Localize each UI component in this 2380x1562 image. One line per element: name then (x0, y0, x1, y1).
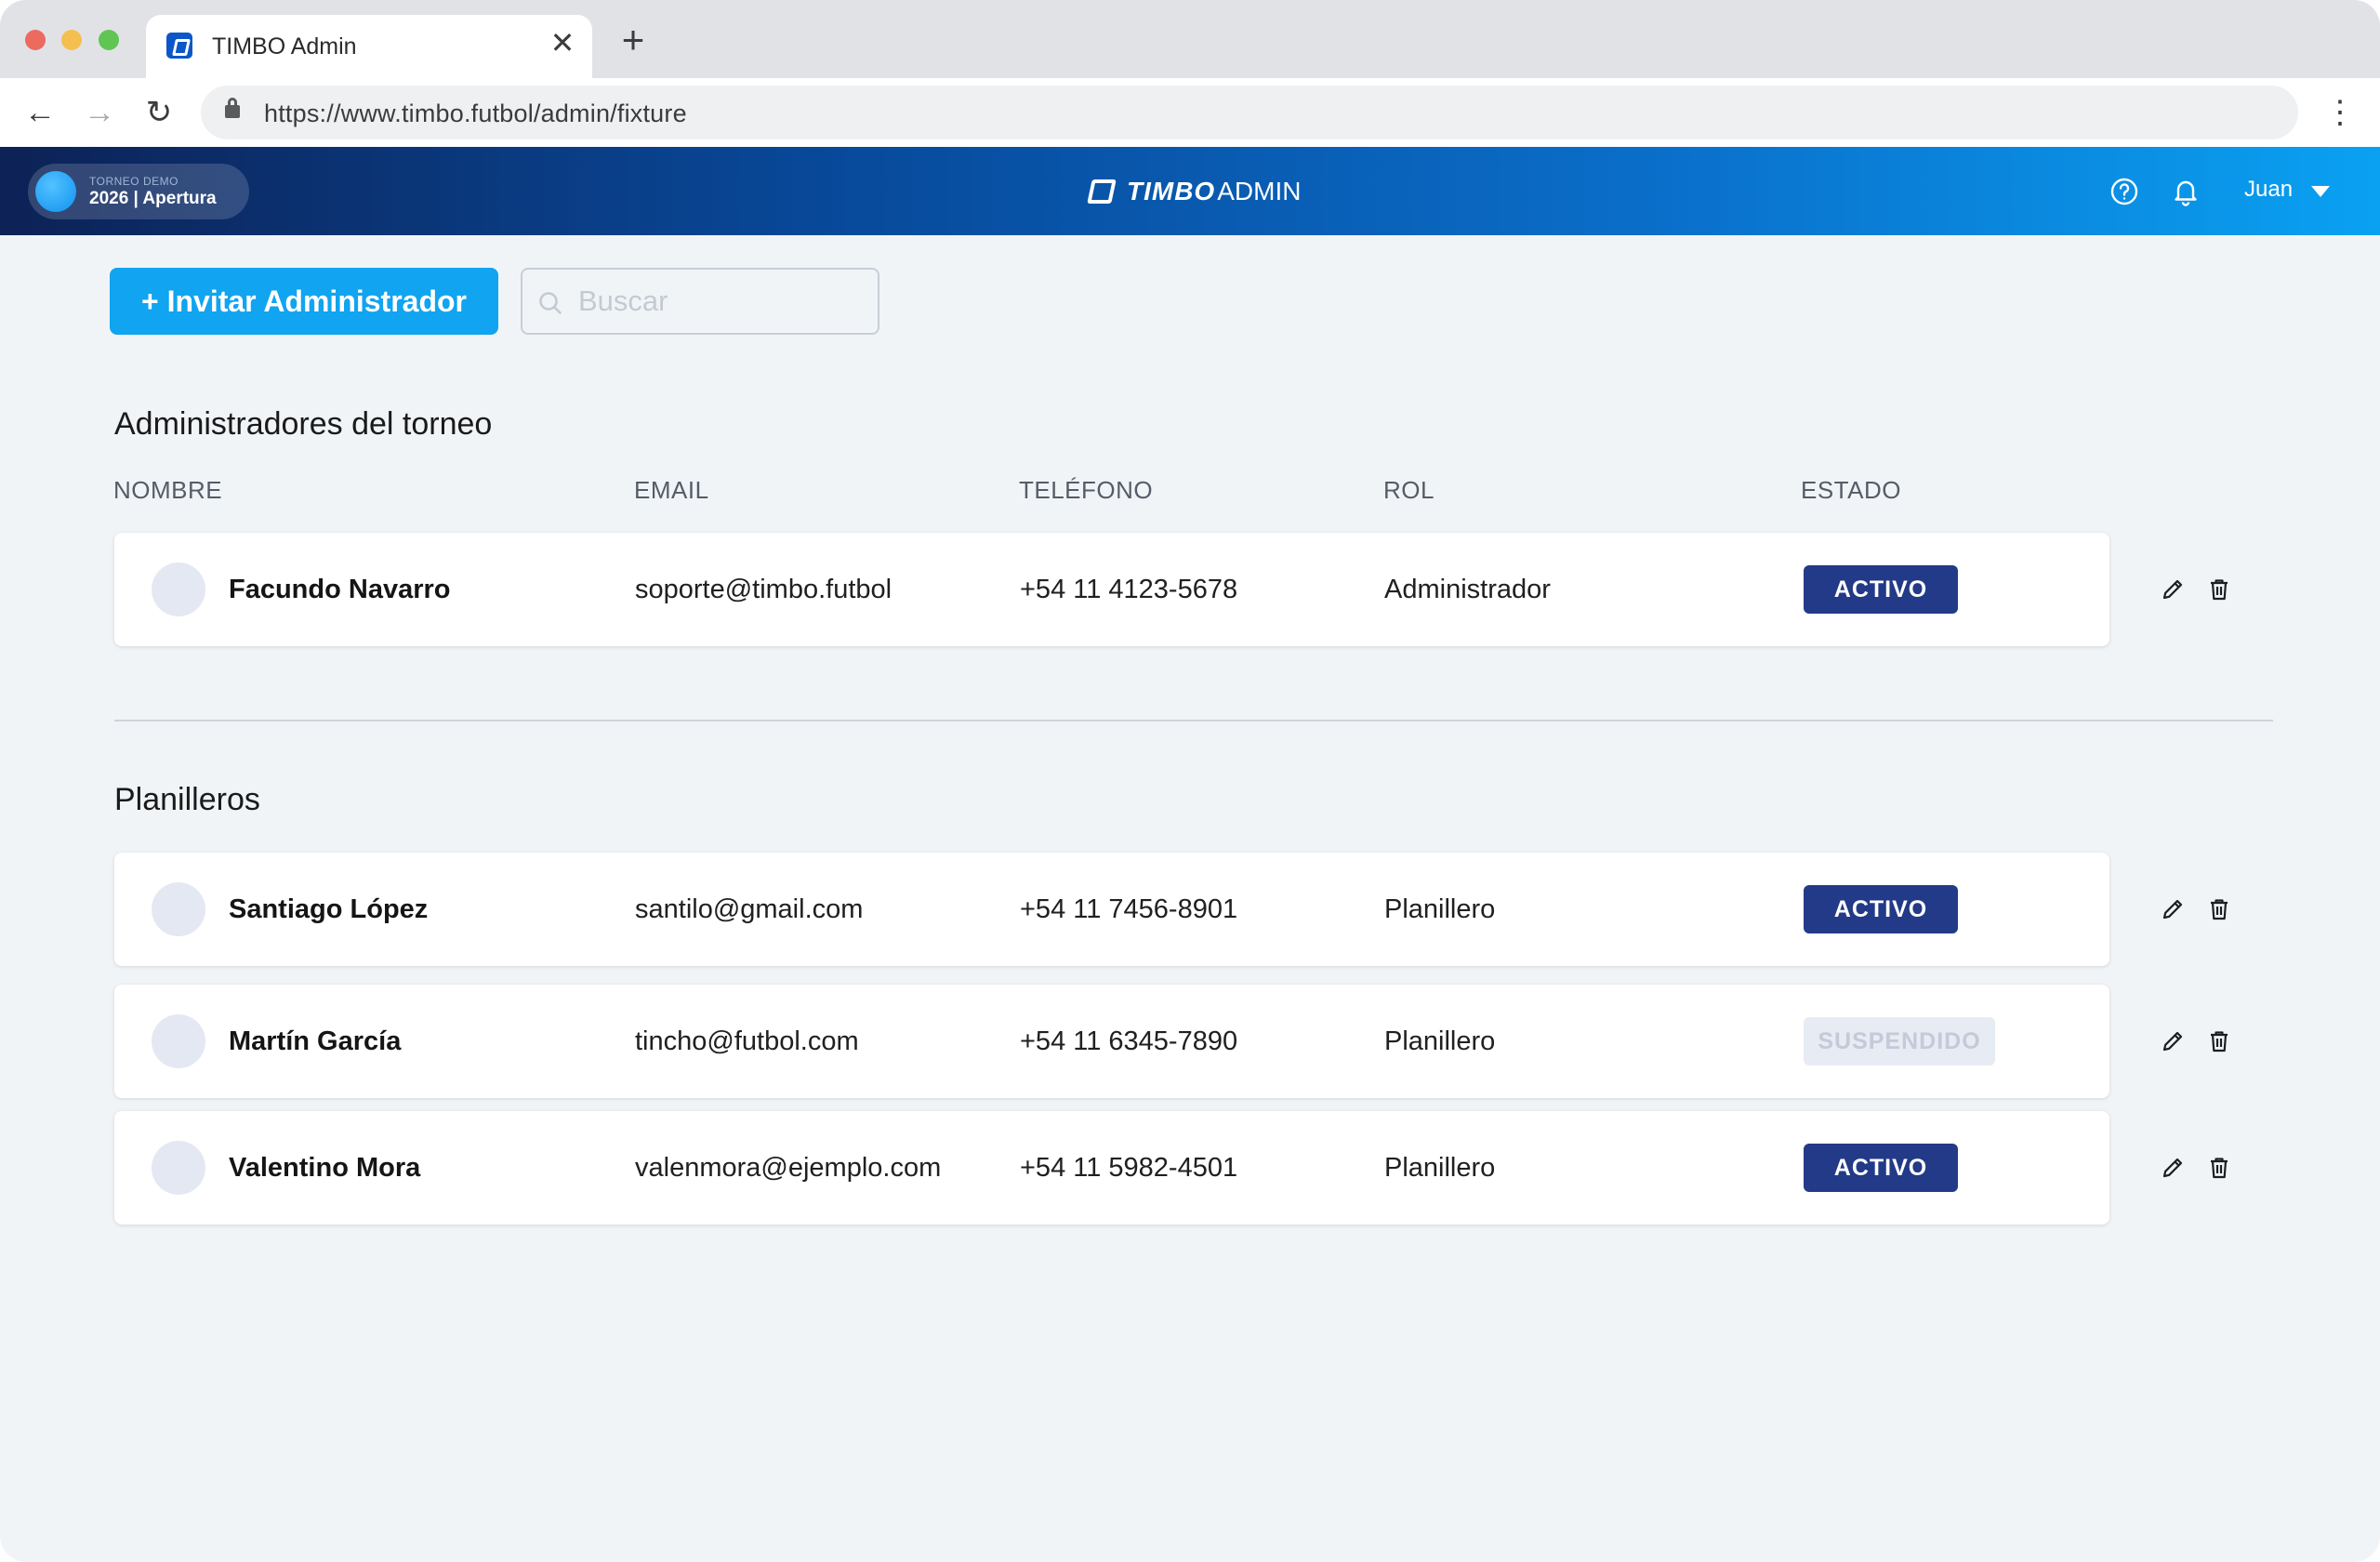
address-bar[interactable]: https://www.timbo.futbol/admin/fixture (201, 86, 2298, 139)
row-email: tincho@futbol.com (635, 1026, 859, 1056)
tournament-label: TORNEO DEMO (89, 175, 178, 188)
row-phone: +54 11 4123-5678 (1020, 575, 1238, 604)
reload-button[interactable]: ↻ (141, 95, 177, 130)
status-badge: ACTIVO (1804, 1144, 1958, 1192)
avatar (152, 882, 205, 936)
status-badge: ACTIVO (1804, 885, 1958, 933)
planilleros-section-title: Planilleros (114, 782, 260, 817)
table-row[interactable]: Santiago López santilo@gmail.com +54 11 74… (114, 853, 2109, 966)
row-email: soporte@timbo.futbol (635, 575, 892, 604)
column-header-phone: TELÉFONO (1019, 476, 1154, 504)
pencil-icon[interactable] (2159, 1027, 2187, 1055)
invite-admin-button[interactable]: + Invitar Administrador (110, 268, 498, 335)
row-name: Facundo Navarro (229, 575, 451, 604)
section-divider (114, 720, 2273, 721)
row-role: Planillero (1384, 1026, 1496, 1056)
brand-suffix: ADMIN (1217, 177, 1302, 205)
lock-icon (225, 98, 240, 118)
column-header-status: ESTADO (1801, 476, 1901, 504)
row-name: Valentino Mora (229, 1153, 421, 1183)
row-role: Planillero (1384, 1153, 1496, 1183)
browser-toolbar: ← → ↻ https://www.timbo.futbol/admin/fix… (0, 78, 2380, 147)
brand-name: TIMBO (1127, 177, 1216, 205)
row-phone: +54 11 5982-4501 (1020, 1153, 1238, 1183)
tab-title: TIMBO Admin (212, 33, 357, 60)
avatar (152, 1014, 205, 1068)
column-header-email: EMAIL (634, 476, 709, 504)
avatar (152, 1141, 205, 1195)
minimize-window-button[interactable] (61, 30, 82, 50)
row-phone: +54 11 6345-7890 (1020, 1026, 1238, 1056)
row-name: Martín García (229, 1026, 402, 1056)
row-role: Planillero (1384, 894, 1496, 924)
trash-icon[interactable] (2205, 895, 2233, 923)
browser-tab[interactable]: TIMBO Admin ✕ (146, 15, 592, 78)
help-circle-icon[interactable] (2109, 176, 2140, 207)
timbo-favicon-icon (166, 33, 192, 59)
row-phone: +54 11 7456-8901 (1020, 894, 1238, 924)
search-input[interactable] (578, 283, 866, 320)
forward-button[interactable]: → (82, 95, 117, 130)
new-tab-button[interactable]: + (617, 20, 649, 60)
table-row[interactable]: Martín García tincho@futbol.com +54 11 634… (114, 985, 2109, 1098)
admins-section-title: Administradores del torneo (114, 406, 493, 442)
brand-logo[interactable]: TIMBO ADMIN (1087, 175, 1302, 208)
trash-icon[interactable] (2205, 1027, 2233, 1055)
browser-menu-button[interactable]: ⋮ (2324, 95, 2356, 130)
row-email: valenmora@ejemplo.com (635, 1153, 942, 1183)
tournament-name: 2026 | Apertura (89, 189, 217, 208)
row-email: santilo@gmail.com (635, 894, 864, 924)
status-badge: SUSPENDIDO (1804, 1017, 1995, 1066)
trash-icon[interactable] (2205, 1154, 2233, 1182)
tab-strip: TIMBO Admin ✕ + (0, 0, 2380, 78)
table-row[interactable]: Facundo Navarro soporte@timbo.futbol +54 1… (114, 533, 2109, 646)
timbo-logo-icon (1087, 179, 1117, 204)
pencil-icon[interactable] (2159, 895, 2187, 923)
tournament-logo-icon (35, 171, 76, 212)
app-header: TORNEO DEMO 2026 | Apertura TIMBO ADMIN … (0, 147, 2380, 235)
search-icon (539, 292, 562, 314)
user-menu-name[interactable]: Juan (2244, 177, 2293, 203)
tournament-selector[interactable]: TORNEO DEMO 2026 | Apertura (28, 164, 249, 219)
url-text[interactable]: https://www.timbo.futbol/admin/fixture (264, 99, 687, 128)
pencil-icon[interactable] (2159, 1154, 2187, 1182)
column-header-name: NOMBRE (113, 476, 223, 504)
table-row[interactable]: Valentino Mora valenmora@ejemplo.com +54 1… (114, 1111, 2109, 1224)
search-field[interactable] (521, 268, 879, 335)
back-button[interactable]: ← (22, 95, 58, 130)
column-header-role: ROL (1383, 476, 1435, 504)
maximize-window-button[interactable] (99, 30, 119, 50)
browser-window: TIMBO Admin ✕ + ← → ↻ https://www.timbo.… (0, 0, 2380, 1562)
bell-icon[interactable] (2170, 176, 2202, 207)
status-badge: ACTIVO (1804, 565, 1958, 614)
pencil-icon[interactable] (2159, 576, 2187, 603)
row-name: Santiago López (229, 894, 429, 924)
row-role: Administrador (1384, 575, 1551, 604)
tab-close-icon[interactable]: ✕ (548, 28, 577, 58)
close-window-button[interactable] (25, 30, 46, 50)
trash-icon[interactable] (2205, 576, 2233, 603)
chevron-down-icon[interactable] (2311, 186, 2330, 197)
avatar (152, 563, 205, 616)
